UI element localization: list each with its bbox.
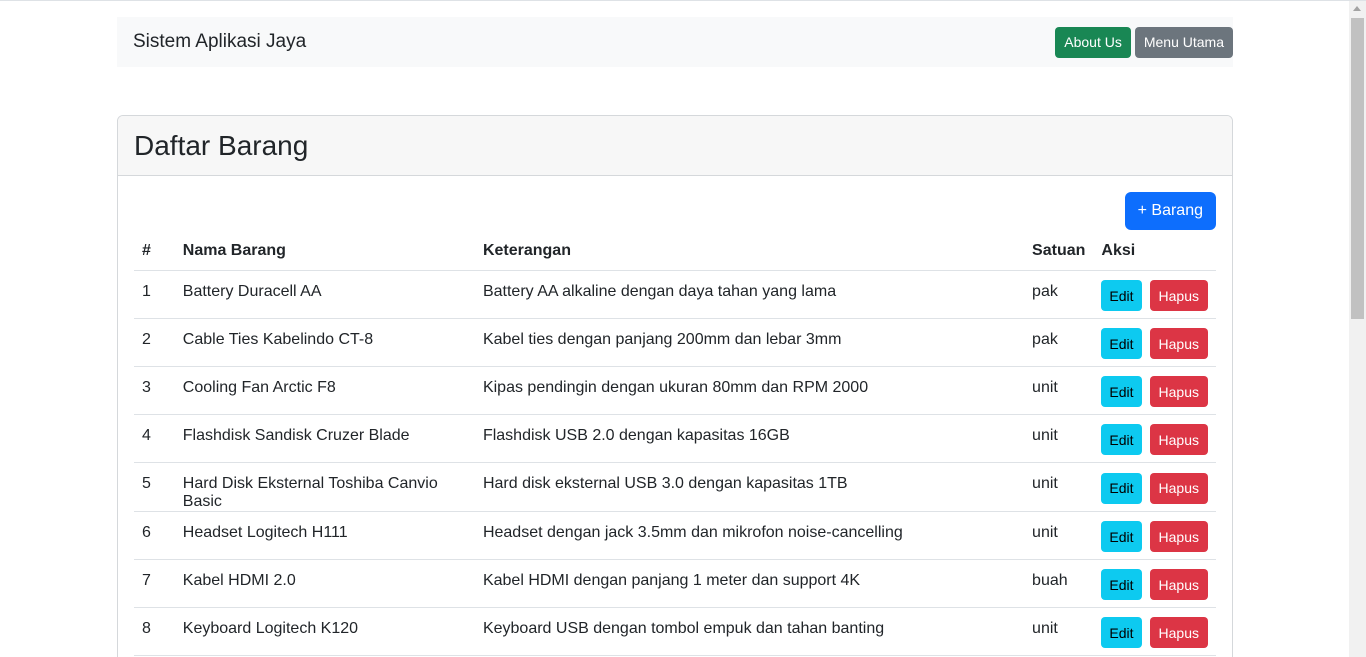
header-action: Aksi (1093, 232, 1216, 271)
item-unit: unit (1024, 511, 1094, 560)
table-row: 3 Cooling Fan Arctic F8 Kipas pendingin de… (134, 366, 1216, 415)
navbar: Sistem Aplikasi Jaya About Us Menu Utama (117, 17, 1233, 67)
header-description: Keterangan (474, 232, 1025, 271)
table-row: 1 Battery Duracell AA Battery AA alkaline … (134, 270, 1216, 319)
action-buttons: Edit Hapus (1101, 422, 1208, 455)
row-actions: Edit Hapus (1093, 318, 1216, 367)
item-unit: unit (1024, 414, 1094, 463)
table-row: 5 Hard Disk Eksternal Toshiba Canvio Basi… (134, 462, 1216, 512)
item-description: Flashdisk USB 2.0 dengan kapasitas 16GB (474, 414, 1025, 463)
header-name: Nama Barang (174, 232, 475, 271)
delete-button[interactable]: Hapus (1149, 521, 1208, 552)
page: Sistem Aplikasi Jaya About Us Menu Utama… (0, 0, 1366, 657)
edit-button[interactable]: Edit (1101, 617, 1142, 648)
items-card: Daftar Barang + Barang # Nama Barang Ket… (117, 115, 1233, 657)
add-item-button[interactable]: + Barang (1124, 192, 1216, 230)
row-actions: Edit Hapus (1093, 607, 1216, 656)
table-row: 4 Flashdisk Sandisk Cruzer Blade Flashdisk… (134, 414, 1216, 463)
edit-button[interactable]: Edit (1101, 424, 1142, 455)
item-description: Kipas pendingin dengan ukuran 80mm dan R… (474, 366, 1025, 415)
item-unit: pak (1024, 270, 1094, 319)
row-actions: Edit Hapus (1093, 366, 1216, 415)
item-description: Kabel HDMI dengan panjang 1 meter dan su… (474, 559, 1025, 608)
delete-button[interactable]: Hapus (1149, 617, 1208, 648)
table-row: 8 Keyboard Logitech K120 Keyboard USB deng… (134, 607, 1216, 656)
vertical-scrollbar[interactable] (1349, 1, 1366, 657)
row-number: 6 (134, 511, 175, 560)
item-unit: pak (1024, 318, 1094, 367)
table-row: 7 Kabel HDMI 2.0 Kabel HDMI dengan panjang… (134, 559, 1216, 608)
item-name: Cooling Fan Arctic F8 (174, 366, 475, 415)
action-buttons: Edit Hapus (1101, 519, 1208, 552)
row-number: 2 (134, 318, 175, 367)
item-name: Hard Disk Eksternal Toshiba Canvio Basic (174, 462, 475, 512)
header-unit: Satuan (1024, 232, 1094, 271)
table-row: 6 Headset Logitech H111 Headset dengan jac… (134, 511, 1216, 560)
item-name: Keyboard Logitech K120 (174, 607, 475, 656)
header-number: # (134, 232, 175, 271)
item-description: Keyboard USB dengan tombol empuk dan tah… (474, 607, 1025, 656)
delete-button[interactable]: Hapus (1149, 424, 1208, 455)
row-actions: Edit Hapus (1093, 414, 1216, 463)
table-row: 2 Cable Ties Kabelindo CT-8 Kabel ties den… (134, 318, 1216, 367)
item-unit: unit (1024, 366, 1094, 415)
row-actions: Edit Hapus (1093, 462, 1216, 512)
item-description: Kabel ties dengan panjang 200mm dan leba… (474, 318, 1025, 367)
row-number: 1 (134, 270, 175, 319)
action-buttons: Edit Hapus (1101, 326, 1208, 359)
item-name: Flashdisk Sandisk Cruzer Blade (174, 414, 475, 463)
row-number: 5 (134, 462, 175, 512)
item-description: Headset dengan jack 3.5mm dan mikrofon n… (474, 511, 1025, 560)
item-name: Battery Duracell AA (174, 270, 475, 319)
menu-utama-button[interactable]: Menu Utama (1134, 26, 1233, 58)
action-buttons: Edit Hapus (1101, 567, 1208, 600)
row-number: 4 (134, 414, 175, 463)
scrollbar-thumb[interactable] (1351, 18, 1364, 319)
action-buttons: Edit Hapus (1101, 471, 1208, 504)
card-body: + Barang # Nama Barang Keterangan Satuan… (118, 176, 1232, 656)
action-buttons: Edit Hapus (1101, 374, 1208, 407)
delete-button[interactable]: Hapus (1149, 280, 1208, 311)
page-title: Daftar Barang (134, 129, 309, 161)
edit-button[interactable]: Edit (1101, 280, 1142, 311)
table-header-row: # Nama Barang Keterangan Satuan Aksi (134, 232, 1216, 271)
card-header: Daftar Barang (118, 116, 1232, 176)
edit-button[interactable]: Edit (1101, 521, 1142, 552)
delete-button[interactable]: Hapus (1149, 472, 1208, 504)
about-us-button[interactable]: About Us (1055, 26, 1131, 58)
item-unit: unit (1024, 607, 1094, 656)
row-number: 3 (134, 366, 175, 415)
item-description: Battery AA alkaline dengan daya tahan ya… (474, 270, 1025, 319)
edit-button[interactable]: Edit (1101, 472, 1142, 504)
row-actions: Edit Hapus (1093, 559, 1216, 608)
row-actions: Edit Hapus (1093, 511, 1216, 560)
edit-button[interactable]: Edit (1101, 376, 1142, 407)
table-body: 1 Battery Duracell AA Battery AA alkaline … (134, 270, 1216, 656)
action-buttons: Edit Hapus (1101, 278, 1208, 311)
delete-button[interactable]: Hapus (1149, 376, 1208, 407)
row-actions: Edit Hapus (1093, 270, 1216, 319)
action-buttons: Edit Hapus (1101, 615, 1208, 648)
item-unit: unit (1024, 462, 1094, 512)
edit-button[interactable]: Edit (1101, 328, 1142, 359)
row-number: 8 (134, 607, 175, 656)
delete-button[interactable]: Hapus (1149, 569, 1208, 600)
row-number: 7 (134, 559, 175, 608)
nav-buttons: About Us Menu Utama (1055, 26, 1233, 58)
scroll-up-arrow-icon[interactable] (1353, 6, 1361, 11)
item-name: Headset Logitech H111 (174, 511, 475, 560)
brand-title[interactable]: Sistem Aplikasi Jaya (133, 31, 306, 53)
delete-button[interactable]: Hapus (1149, 328, 1208, 359)
table-toolbar: + Barang (134, 192, 1216, 230)
items-table: # Nama Barang Keterangan Satuan Aksi 1 Ba… (134, 232, 1216, 656)
item-description: Hard disk eksternal USB 3.0 dengan kapas… (474, 462, 1025, 512)
item-name: Cable Ties Kabelindo CT-8 (174, 318, 475, 367)
edit-button[interactable]: Edit (1101, 569, 1142, 600)
item-unit: buah (1024, 559, 1094, 608)
item-name: Kabel HDMI 2.0 (174, 559, 475, 608)
